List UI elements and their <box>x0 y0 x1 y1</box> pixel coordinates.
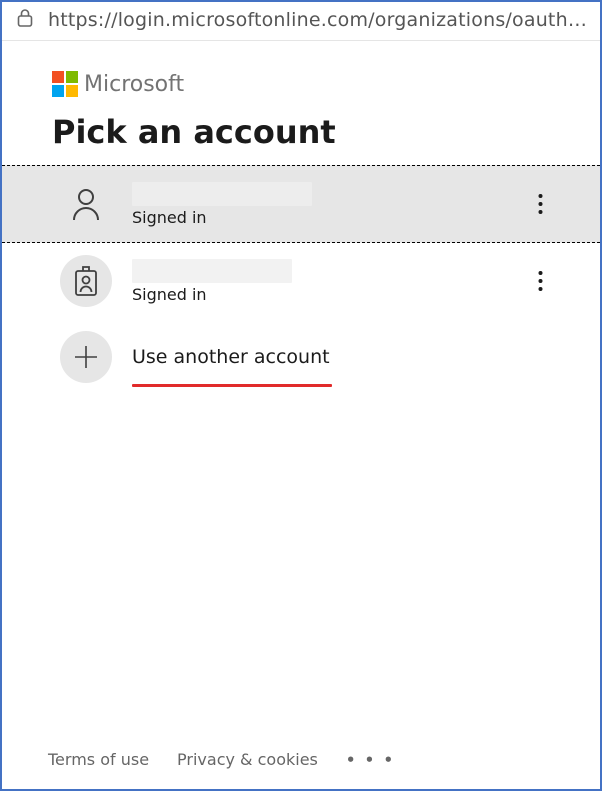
badge-icon <box>60 255 112 307</box>
annotation-underline <box>132 384 332 387</box>
account-list: Signed in Signed in <box>2 165 600 395</box>
page-title: Pick an account <box>42 113 560 151</box>
browser-url-bar: https://login.microsoftonline.com/organi… <box>2 2 600 41</box>
person-icon <box>60 178 112 230</box>
account-status: Signed in <box>132 285 542 304</box>
privacy-link[interactable]: Privacy & cookies <box>177 750 318 769</box>
account-info: Signed in <box>132 259 542 304</box>
footer: Terms of use Privacy & cookies • • • <box>42 750 560 789</box>
account-tile[interactable]: Signed in <box>2 243 600 319</box>
terms-link[interactable]: Terms of use <box>48 750 149 769</box>
microsoft-logo-icon <box>52 71 78 97</box>
brand: Microsoft <box>42 71 560 97</box>
browser-url: https://login.microsoftonline.com/organi… <box>48 9 590 31</box>
account-picker-dialog: Microsoft Pick an account Signed in <box>2 41 600 789</box>
use-another-account-button[interactable]: Use another account <box>2 319 600 395</box>
account-menu-button[interactable] <box>526 267 554 295</box>
account-info: Signed in <box>132 182 542 227</box>
lock-icon <box>16 8 34 32</box>
account-tile[interactable]: Signed in <box>2 165 600 243</box>
account-name-redacted <box>132 259 292 283</box>
account-status: Signed in <box>132 208 542 227</box>
plus-icon <box>60 331 112 383</box>
brand-name: Microsoft <box>84 72 184 97</box>
footer-more-button[interactable]: • • • <box>346 751 395 769</box>
account-name-redacted <box>132 182 312 206</box>
use-another-account-label: Use another account <box>132 346 330 368</box>
account-menu-button[interactable] <box>526 190 554 218</box>
